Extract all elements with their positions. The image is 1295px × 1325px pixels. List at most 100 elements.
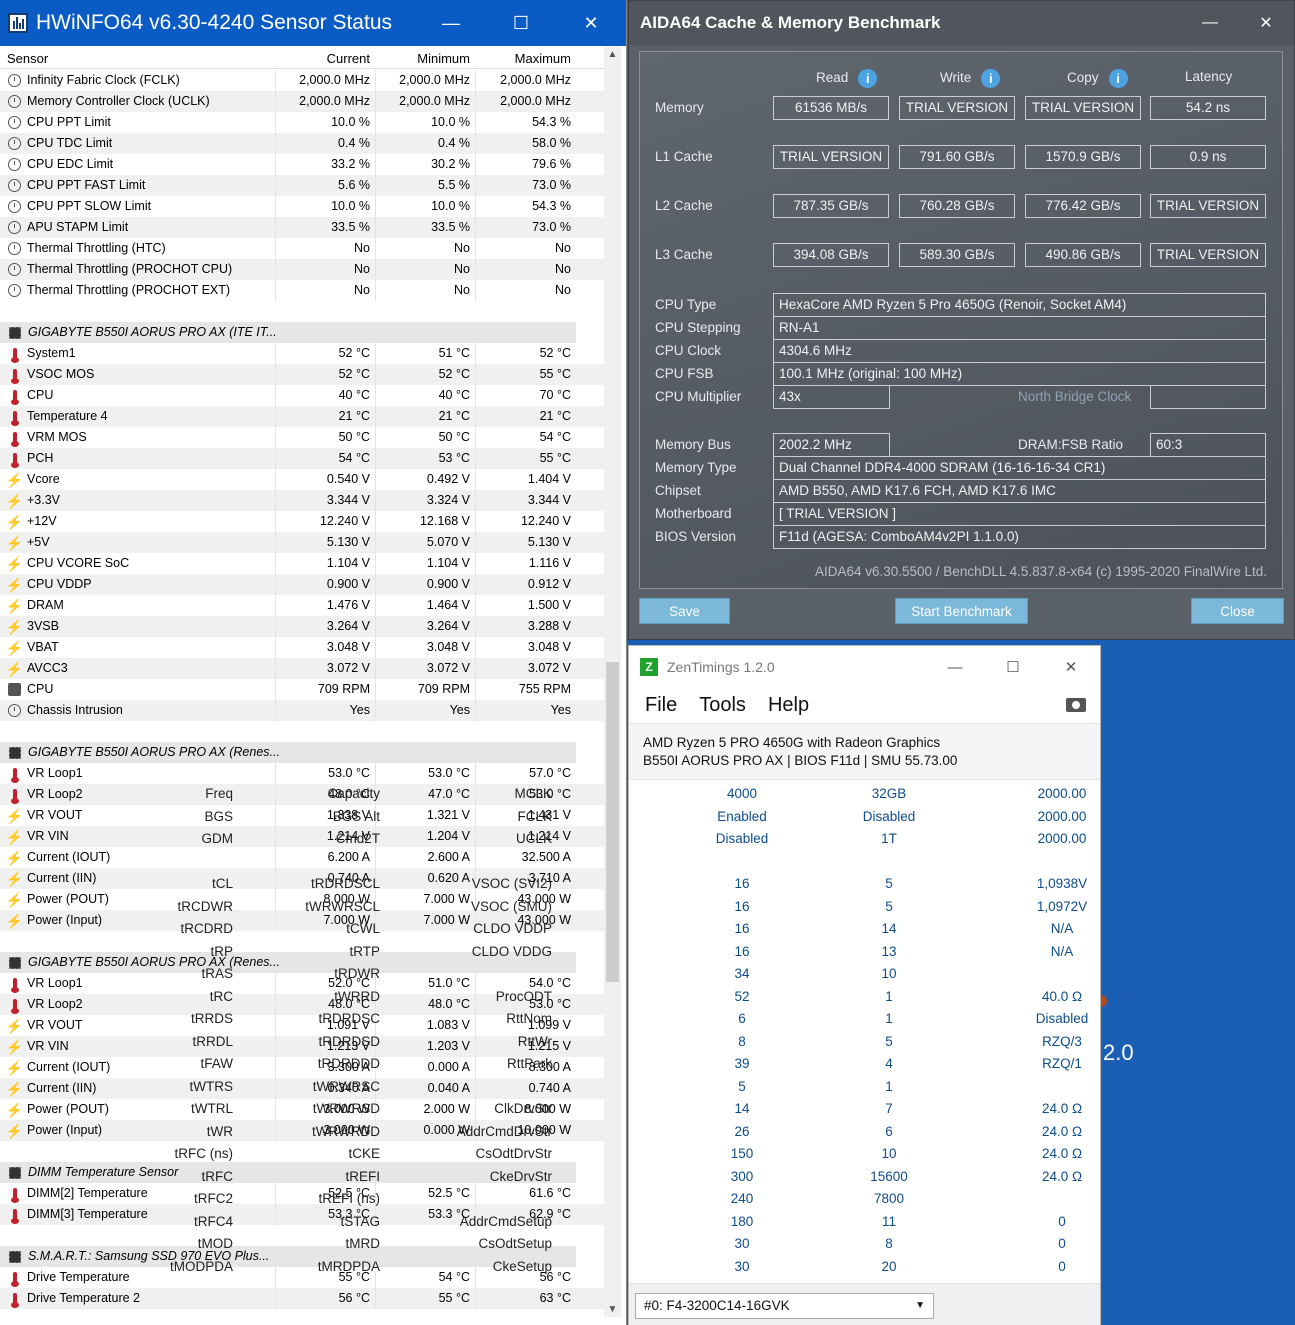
- sensor-current: 10.0 %: [331, 199, 370, 213]
- sensor-maximum: 61.6 °C: [529, 1186, 571, 1200]
- bolt-icon: ⚡: [5, 1038, 24, 1055]
- sensor-row[interactable]: ⚡ +12V 12.240 V 12.168 V 12.240 V: [0, 511, 605, 532]
- aida-titlebar[interactable]: AIDA64 Cache & Memory Benchmark — ✕: [629, 1, 1294, 45]
- sensor-minimum: 55 °C: [438, 1291, 470, 1305]
- aida-close-button[interactable]: ✕: [1238, 1, 1294, 45]
- camera-icon[interactable]: [1066, 698, 1086, 712]
- hwinfo-titlebar[interactable]: HWiNFO64 v6.30-4240 Sensor Status — ☐ ✕: [0, 0, 626, 46]
- sensor-row[interactable]: ⚡ VR VIN 1.213 V 1.203 V 1.215 V: [0, 1036, 605, 1057]
- info-icon[interactable]: i: [981, 69, 1001, 88]
- sensor-row[interactable]: ⚡ VR VOUT 1.338 V 1.321 V 1.431 V: [0, 805, 605, 826]
- group-label: GIGABYTE B550I AORUS PRO AX (Renes...: [28, 955, 280, 969]
- cpu-clock-value: 4304.6 MHz: [773, 339, 1266, 363]
- header-current[interactable]: Current: [327, 51, 370, 66]
- sensor-row[interactable]: ⚡ VBAT 3.048 V 3.048 V 3.048 V: [0, 637, 605, 658]
- zen-close-button[interactable]: ✕: [1042, 646, 1100, 688]
- sensor-current: 2,000.0 MHz: [299, 94, 370, 108]
- sensor-row[interactable]: VR Loop1 53.0 °C 53.0 °C 57.0 °C: [0, 763, 605, 784]
- sensor-label: Power (Input): [27, 1123, 103, 1137]
- sensor-row[interactable]: Memory Controller Clock (UCLK) 2,000.0 MH…: [0, 91, 605, 112]
- sensor-row[interactable]: VRM MOS 50 °C 50 °C 54 °C: [0, 427, 605, 448]
- minimize-button[interactable]: —: [416, 0, 486, 46]
- sensor-row[interactable]: ⚡ +5V 5.130 V 5.070 V 5.130 V: [0, 532, 605, 553]
- close-button[interactable]: ✕: [556, 0, 626, 46]
- board-info: B550I AORUS PRO AX | BIOS F11d | SMU 55.…: [643, 753, 958, 768]
- sensor-row[interactable]: Thermal Throttling (HTC) No No No: [0, 238, 605, 259]
- sensor-row[interactable]: CPU 40 °C 40 °C 70 °C: [0, 385, 605, 406]
- timing-value: 34: [734, 966, 750, 981]
- sensor-row[interactable]: ⚡ CPU VDDP 0.900 V 0.900 V 0.912 V: [0, 574, 605, 595]
- zen-titlebar[interactable]: Z ZenTimings 1.2.0 — ☐ ✕: [629, 646, 1100, 688]
- timing-label: tMRD: [345, 1236, 381, 1251]
- timing-label: tREFI (ns): [318, 1191, 380, 1206]
- aida-minimize-button[interactable]: —: [1182, 1, 1238, 45]
- sensor-minimum: 3.072 V: [426, 661, 470, 675]
- sensor-row[interactable]: CPU 709 RPM 709 RPM 755 RPM: [0, 679, 605, 700]
- header-maximum[interactable]: Maximum: [515, 51, 571, 66]
- menu-tools[interactable]: Tools: [699, 694, 746, 717]
- bench-copy-value: TRIAL VERSION: [1025, 96, 1141, 120]
- sensor-maximum: 755 RPM: [518, 682, 571, 696]
- sensor-row[interactable]: CPU TDC Limit 0.4 % 0.4 % 58.0 %: [0, 133, 605, 154]
- zen-minimize-button[interactable]: —: [926, 646, 984, 688]
- header-minimum[interactable]: Minimum: [417, 51, 470, 66]
- sensor-row[interactable]: ⚡ CPU VCORE SoC 1.104 V 1.104 V 1.116 V: [0, 553, 605, 574]
- sensor-label: CPU TDC Limit: [27, 136, 113, 150]
- sensor-row[interactable]: PCH 54 °C 53 °C 55 °C: [0, 448, 605, 469]
- thermometer-icon: [7, 1291, 22, 1308]
- sensor-group-row[interactable]: GIGABYTE B550I AORUS PRO AX (ITE IT...: [0, 322, 576, 343]
- sensor-row[interactable]: APU STAPM Limit 33.5 % 33.5 % 73.0 %: [0, 217, 605, 238]
- timing-label: tRFC: [201, 1168, 234, 1184]
- sensor-current: 709 RPM: [317, 682, 370, 696]
- sensor-row[interactable]: ⚡ Vcore 0.540 V 0.492 V 1.404 V: [0, 469, 605, 490]
- sensor-scrollbar[interactable]: ▲ ▼: [604, 47, 621, 1317]
- sensor-label: Current (IIN): [27, 871, 97, 885]
- menu-help[interactable]: Help: [768, 694, 809, 717]
- memory-module-select[interactable]: #0: F4-3200C14-16GVK ▼: [635, 1293, 934, 1319]
- sensor-minimum: 0.620 A: [427, 871, 470, 885]
- sensor-row[interactable]: CPU PPT FAST Limit 5.6 % 5.5 % 73.0 %: [0, 175, 605, 196]
- sensor-row[interactable]: CPU PPT Limit 10.0 % 10.0 % 54.3 %: [0, 112, 605, 133]
- timing-label: VSOC (SMU): [471, 898, 552, 914]
- sensor-row[interactable]: Infinity Fabric Clock (FCLK) 2,000.0 MHz 2…: [0, 70, 605, 91]
- sensor-row[interactable]: Chassis Intrusion Yes Yes Yes: [0, 700, 605, 721]
- sensor-row[interactable]: DIMM[2] Temperature 52.5 °C 52.5 °C 61.6 °C: [0, 1183, 605, 1204]
- sensor-row[interactable]: ⚡ Current (IOUT) 6.200 A 2.600 A 32.500 A: [0, 847, 605, 868]
- sensor-row[interactable]: ⚡ 3VSB 3.264 V 3.264 V 3.288 V: [0, 616, 605, 637]
- sensor-row[interactable]: ⚡ VR VIN 1.214 V 1.204 V 1.214 V: [0, 826, 605, 847]
- sensor-row[interactable]: ⚡ DRAM 1.476 V 1.464 V 1.500 V: [0, 595, 605, 616]
- sensor-row[interactable]: ⚡ Current (IIN) 0.340 A 0.040 A 0.740 A: [0, 1078, 605, 1099]
- info-icon[interactable]: i: [858, 69, 878, 88]
- menu-file[interactable]: File: [645, 694, 677, 717]
- start-benchmark-button[interactable]: Start Benchmark: [895, 598, 1028, 624]
- sensor-row[interactable]: CPU PPT SLOW Limit 10.0 % 10.0 % 54.3 %: [0, 196, 605, 217]
- scroll-up-icon[interactable]: ▲: [604, 49, 621, 60]
- scroll-down-icon[interactable]: ▼: [604, 1304, 621, 1315]
- sensor-row[interactable]: VSOC MOS 52 °C 52 °C 55 °C: [0, 364, 605, 385]
- sensor-row[interactable]: Temperature 4 21 °C 21 °C 21 °C: [0, 406, 605, 427]
- sensor-row[interactable]: Drive Temperature 2 56 °C 55 °C 63 °C: [0, 1288, 605, 1309]
- sensor-row[interactable]: CPU EDC Limit 33.2 % 30.2 % 79.6 %: [0, 154, 605, 175]
- scroll-thumb[interactable]: [606, 662, 619, 982]
- sensor-row[interactable]: ⚡ AVCC3 3.072 V 3.072 V 3.072 V: [0, 658, 605, 679]
- sensor-label: VR VOUT: [27, 808, 83, 822]
- bench-copy-value: 1570.9 GB/s: [1025, 145, 1141, 169]
- zen-menubar: File Tools Help: [645, 694, 809, 717]
- sensor-row[interactable]: ⚡ +3.3V 3.344 V 3.324 V 3.344 V: [0, 490, 605, 511]
- timing-label: tWTRS: [189, 1078, 234, 1094]
- header-sensor[interactable]: Sensor: [7, 51, 48, 66]
- timing-label: tMRDPDA: [317, 1258, 380, 1274]
- info-icon[interactable]: i: [1108, 69, 1128, 88]
- aida-close-action-button[interactable]: Close: [1191, 598, 1284, 624]
- timing-label: tWR: [206, 1123, 233, 1139]
- save-button[interactable]: Save: [639, 598, 730, 624]
- maximize-button[interactable]: ☐: [486, 0, 556, 46]
- sensor-group-row[interactable]: GIGABYTE B550I AORUS PRO AX (Renes...: [0, 742, 576, 763]
- sensor-row[interactable]: System1 52 °C 51 °C 52 °C: [0, 343, 605, 364]
- sensor-row[interactable]: Thermal Throttling (PROCHOT EXT) No No No: [0, 280, 605, 301]
- sensor-current: 21 °C: [338, 409, 370, 423]
- sensor-row[interactable]: Thermal Throttling (PROCHOT CPU) No No No: [0, 259, 605, 280]
- sensor-label: APU STAPM Limit: [27, 220, 129, 234]
- zen-maximize-button[interactable]: ☐: [984, 646, 1042, 688]
- spacer-row: [0, 301, 605, 322]
